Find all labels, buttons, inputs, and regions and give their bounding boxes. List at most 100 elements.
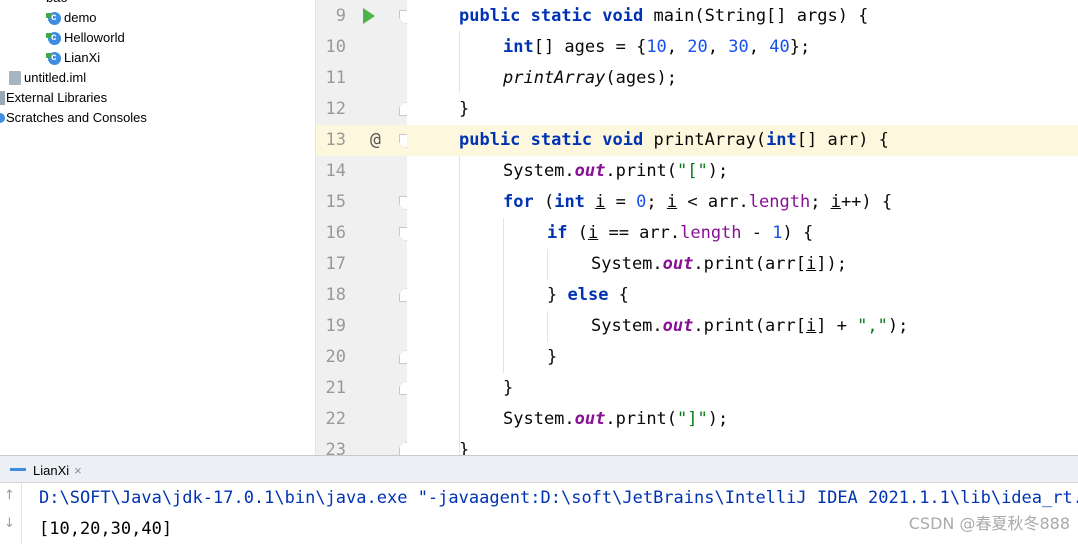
code-keyword: int xyxy=(503,37,534,57)
fold-marker-icon[interactable] xyxy=(399,288,407,302)
code-line-14[interactable]: System.out.print("["); xyxy=(503,156,728,187)
run-tab-lianxi[interactable]: LianXi × xyxy=(10,459,82,481)
line-number: 19 xyxy=(325,316,346,336)
code-static-field: out xyxy=(574,161,606,181)
fold-marker-icon[interactable] xyxy=(399,381,407,395)
line-number: 12 xyxy=(325,99,346,119)
fold-marker-icon[interactable] xyxy=(399,442,407,455)
code-line-11[interactable]: printArray(ages); xyxy=(503,63,677,94)
code-string: "[" xyxy=(677,161,708,181)
code-line-13[interactable]: public static void printArray(int[] arr)… xyxy=(459,125,889,156)
close-icon[interactable]: × xyxy=(74,463,82,478)
line-number: 10 xyxy=(325,37,346,57)
run-tab-label: LianXi xyxy=(33,462,70,478)
fold-marker-icon[interactable] xyxy=(399,102,407,116)
tree-item-label: untitled.iml xyxy=(24,70,87,85)
code-text: [] arr) { xyxy=(796,130,889,150)
code-text: (ages); xyxy=(605,68,678,88)
code-text: [] ages = { xyxy=(533,37,647,57)
code-keyword: int xyxy=(554,192,585,212)
arrow-down-icon[interactable]: ↓ xyxy=(4,516,15,531)
code-text: main(String[] args) { xyxy=(643,6,869,26)
iml-file-icon xyxy=(9,71,21,85)
code-line-16[interactable]: if (i == arr.length - 1) { xyxy=(547,218,813,249)
code-line-18[interactable]: } else { xyxy=(547,280,629,311)
code-text: } xyxy=(547,285,568,305)
run-main-icon[interactable] xyxy=(363,8,375,24)
code-text: ++) { xyxy=(840,192,893,212)
tree-item-demo[interactable]: demo xyxy=(46,8,97,28)
tree-item-label: LianXi xyxy=(64,50,101,65)
code-text: ); xyxy=(707,161,729,181)
java-class-icon xyxy=(46,48,61,68)
fold-marker-icon[interactable] xyxy=(399,196,407,210)
code-line-21[interactable]: } xyxy=(503,373,513,404)
code-text: System. xyxy=(503,161,575,181)
tree-item-lianxi[interactable]: LianXi xyxy=(46,48,101,68)
fold-marker-icon[interactable] xyxy=(399,10,407,24)
line-number: 14 xyxy=(325,161,346,181)
code-line-23[interactable]: } xyxy=(459,435,469,455)
code-keyword: int xyxy=(766,130,797,150)
code-text: { xyxy=(608,285,629,305)
tree-item-label: Scratches and Consoles xyxy=(6,110,147,125)
code-text: ) { xyxy=(782,223,814,243)
tree-item-label: Helloworld xyxy=(64,30,125,45)
code-text: = xyxy=(605,192,637,212)
line-number: 20 xyxy=(325,347,346,367)
code-static-field: out xyxy=(574,409,606,429)
line-number: 9 xyxy=(335,6,346,26)
code-text: System. xyxy=(503,409,575,429)
code-text: printArray( xyxy=(643,130,767,150)
run-toolbar: ↑ ↓ xyxy=(0,483,22,544)
indent-guide xyxy=(547,311,548,342)
code-editor[interactable]: public static void main(String[] args) {… xyxy=(407,0,1078,455)
code-line-19[interactable]: System.out.print(arr[i] + ","); xyxy=(591,311,908,342)
tree-item-external-libraries[interactable]: External Libraries xyxy=(0,88,107,108)
code-variable: i xyxy=(805,254,817,274)
code-text: System. xyxy=(591,254,663,274)
tree-item-label: bao xyxy=(46,0,68,8)
code-line-10[interactable]: int[] ages = {10, 20, 30, 40}; xyxy=(503,32,810,63)
code-line-20[interactable]: } xyxy=(547,342,557,373)
indent-guide xyxy=(459,156,460,455)
code-line-9[interactable]: public static void main(String[] args) { xyxy=(459,1,868,32)
code-line-17[interactable]: System.out.print(arr[i]); xyxy=(591,249,847,280)
line-number: 23 xyxy=(325,440,346,455)
tree-item-scratches[interactable]: Scratches and Consoles xyxy=(0,108,147,128)
code-variable: i xyxy=(830,192,841,212)
code-text: .print( xyxy=(605,161,678,181)
code-number: 30 xyxy=(728,37,749,57)
arrow-up-icon[interactable]: ↑ xyxy=(4,488,15,503)
code-text: , xyxy=(666,37,688,57)
code-text: - xyxy=(741,223,773,243)
editor-gutter[interactable]: 9 10 11 12 13 14 15 16 17 18 19 20 21 22… xyxy=(316,0,407,455)
fold-marker-icon[interactable] xyxy=(399,350,407,364)
code-line-15[interactable]: for (int i = 0; i < arr.length; i++) { xyxy=(503,187,892,218)
override-icon[interactable]: @ xyxy=(370,128,381,152)
tree-item-helloworld[interactable]: Helloworld xyxy=(46,28,125,48)
line-number: 21 xyxy=(325,378,346,398)
java-class-icon xyxy=(46,8,61,28)
code-line-22[interactable]: System.out.print("]"); xyxy=(503,404,728,435)
line-number: 11 xyxy=(325,68,346,88)
fold-marker-icon[interactable] xyxy=(399,227,407,241)
code-text: ; xyxy=(646,192,667,212)
code-text: .print( xyxy=(605,409,678,429)
code-number: 20 xyxy=(687,37,708,57)
code-string: "," xyxy=(857,316,888,336)
tree-item-package[interactable]: bao xyxy=(46,0,68,8)
tree-item-iml[interactable]: untitled.iml xyxy=(9,68,86,88)
code-variable: i xyxy=(595,192,606,212)
code-number: 0 xyxy=(636,192,647,212)
run-tool-window-header: LianXi × xyxy=(0,455,1078,483)
code-field: length xyxy=(748,192,811,212)
console-output-line: [10,20,30,40] xyxy=(39,519,173,539)
code-number: 40 xyxy=(769,37,790,57)
code-keyword: if xyxy=(547,223,568,243)
library-icon xyxy=(0,91,5,105)
code-keyword: public static void xyxy=(459,130,644,150)
line-number: 13 xyxy=(325,130,346,150)
code-line-12[interactable]: } xyxy=(459,94,469,125)
